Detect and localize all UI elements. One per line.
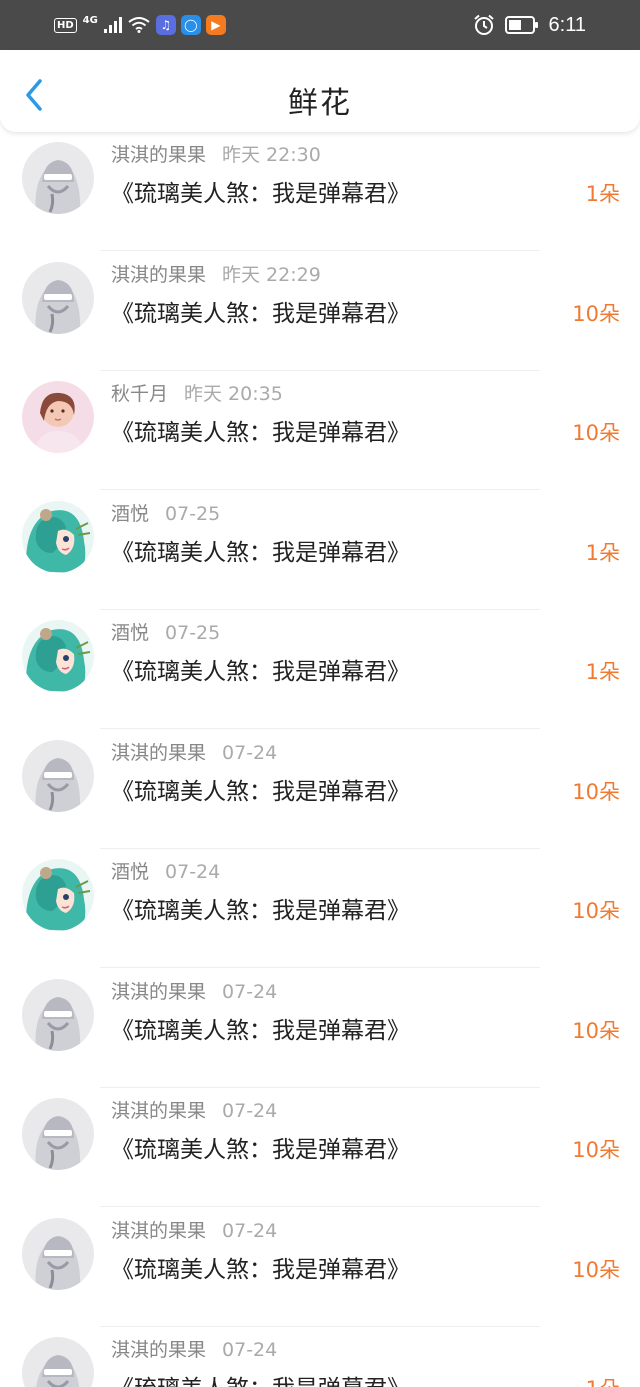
signal-icon <box>103 17 122 33</box>
wifi-icon <box>128 17 150 33</box>
list-item[interactable]: 淇淇的果果 昨天 22:30 《琉璃美人煞：我是弹幕君》 1朵 <box>0 132 640 251</box>
flower-count: 10朵 <box>572 899 620 923</box>
avatar[interactable] <box>22 978 94 1051</box>
send-time: 07-24 <box>222 1219 278 1242</box>
flower-count: 10朵 <box>572 301 620 326</box>
avatar[interactable] <box>22 859 94 931</box>
sender-name: 秋千月 昨天 20:35 <box>111 379 283 406</box>
sender-name: 淇淇的果果 昨天 22:30 <box>111 140 321 167</box>
alarm-icon <box>473 14 494 35</box>
book-title: 《琉璃美人煞：我是弹幕君》 <box>111 778 410 805</box>
book-title: 《琉璃美人煞：我是弹幕君》 <box>111 898 410 924</box>
send-time: 07-24 <box>222 1339 278 1361</box>
battery-icon <box>504 16 538 34</box>
sender-name: 淇淇的果果 07-24 <box>111 1216 277 1243</box>
send-time: 昨天 22:29 <box>222 263 321 286</box>
avatar[interactable] <box>22 620 94 692</box>
flower-count: 10朵 <box>572 1257 620 1282</box>
flower-count: 10朵 <box>572 421 620 445</box>
sender-name: 淇淇的果果 07-24 <box>111 738 277 765</box>
list-item[interactable]: 淇淇的果果 07-24 《琉璃美人煞：我是弹幕君》 10朵 <box>0 969 640 1088</box>
avatar[interactable] <box>22 739 94 812</box>
flower-count: 10朵 <box>572 1138 620 1162</box>
send-time: 07-24 <box>222 1100 278 1122</box>
music-app-icon: ♫ <box>155 15 176 35</box>
book-title: 《琉璃美人煞：我是弹幕君》 <box>111 300 410 327</box>
avatar[interactable] <box>22 142 94 214</box>
sender-username: 酒悦 <box>111 861 150 883</box>
sender-username: 淇淇的果果 <box>111 1219 207 1242</box>
sender-username: 淇淇的果果 <box>111 1339 207 1361</box>
avatar[interactable] <box>22 500 94 573</box>
list-item[interactable]: 秋千月 昨天 20:35 《琉璃美人煞：我是弹幕君》 10朵 <box>0 371 640 490</box>
book-title: 《琉璃美人煞：我是弹幕君》 <box>111 1369 410 1387</box>
avatar[interactable] <box>22 261 94 334</box>
flower-count: 1朵 <box>586 1373 620 1387</box>
send-time: 07-25 <box>165 502 221 525</box>
sender-username: 秋千月 <box>111 383 169 405</box>
network-type: 4G <box>82 15 98 26</box>
avatar[interactable] <box>22 1217 94 1290</box>
sender-name: 淇淇的果果 07-24 <box>111 1096 277 1123</box>
flower-count: 10朵 <box>572 779 620 804</box>
hd-badge: HD <box>54 17 77 33</box>
sender-username: 淇淇的果果 <box>111 741 207 764</box>
flower-count: 1朵 <box>585 540 620 565</box>
book-title: 《琉璃美人煞：我是弹幕君》 <box>111 659 410 685</box>
sender-username: 淇淇的果果 <box>111 263 207 286</box>
send-time: 昨天 22:30 <box>222 144 321 166</box>
avatar[interactable] <box>22 381 94 453</box>
sender-name: 酒悦 07-25 <box>111 618 220 645</box>
list-item[interactable]: 淇淇的果果 昨天 22:29 《琉璃美人煞：我是弹幕君》 10朵 <box>0 252 640 371</box>
page-title: 鲜花 <box>288 86 352 121</box>
book-title: 《琉璃美人煞：我是弹幕君》 <box>111 1137 410 1163</box>
status-left: HD 4G ♫ ◯ ▶ <box>54 14 226 36</box>
flower-count: 1朵 <box>585 182 620 206</box>
sender-name: 酒悦 07-25 <box>111 499 220 526</box>
list-item[interactable]: 淇淇的果果 07-24 《琉璃美人煞：我是弹幕君》 10朵 <box>0 730 640 849</box>
book-title: 《琉璃美人煞：我是弹幕君》 <box>111 420 410 446</box>
book-title: 《琉璃美人煞：我是弹幕君》 <box>111 181 410 207</box>
status-time: 6:11 <box>548 13 586 36</box>
list-item[interactable]: 淇淇的果果 07-24 《琉璃美人煞：我是弹幕君》 10朵 <box>0 1208 640 1327</box>
avatar[interactable] <box>22 1337 94 1387</box>
sender-username: 淇淇的果果 <box>111 980 207 1003</box>
sender-name: 淇淇的果果 07-24 <box>111 977 277 1004</box>
list-item[interactable]: 淇淇的果果 07-24 《琉璃美人煞：我是弹幕君》 1朵 <box>0 1327 640 1387</box>
book-title: 《琉璃美人煞：我是弹幕君》 <box>111 1256 410 1283</box>
avatar[interactable] <box>22 1098 94 1170</box>
list-item[interactable]: 酒悦 07-25 《琉璃美人煞：我是弹幕君》 1朵 <box>0 491 640 610</box>
sender-username: 淇淇的果果 <box>111 144 207 166</box>
send-time: 07-24 <box>222 741 278 764</box>
video-app-icon: ▶ <box>205 15 226 35</box>
sender-name: 酒悦 07-24 <box>111 857 220 884</box>
book-title: 《琉璃美人煞：我是弹幕君》 <box>111 1017 410 1044</box>
status-bar: HD 4G ♫ ◯ ▶ 6:11 <box>0 0 640 50</box>
header: 鲜花 <box>0 50 640 132</box>
bulb-app-icon: ◯ <box>180 15 201 35</box>
send-time: 07-25 <box>165 622 221 644</box>
flower-count: 1朵 <box>585 660 620 684</box>
sender-username: 酒悦 <box>111 502 150 525</box>
list-item[interactable]: 酒悦 07-24 《琉璃美人煞：我是弹幕君》 10朵 <box>0 849 640 968</box>
sender-name: 淇淇的果果 昨天 22:29 <box>111 260 321 287</box>
send-time: 07-24 <box>222 980 278 1003</box>
status-right: 6:11 <box>473 12 586 38</box>
book-title: 《琉璃美人煞：我是弹幕君》 <box>111 539 410 566</box>
sender-username: 淇淇的果果 <box>111 1100 207 1122</box>
send-time: 昨天 20:35 <box>184 383 283 405</box>
sender-name: 淇淇的果果 07-24 <box>111 1335 277 1362</box>
sender-username: 酒悦 <box>111 622 150 644</box>
list-item[interactable]: 酒悦 07-25 《琉璃美人煞：我是弹幕君》 1朵 <box>0 610 640 729</box>
send-time: 07-24 <box>165 861 221 883</box>
list-item[interactable]: 淇淇的果果 07-24 《琉璃美人煞：我是弹幕君》 10朵 <box>0 1088 640 1207</box>
flower-count: 10朵 <box>572 1018 620 1043</box>
notification-app-icons: ♫ ◯ ▶ <box>155 15 226 35</box>
